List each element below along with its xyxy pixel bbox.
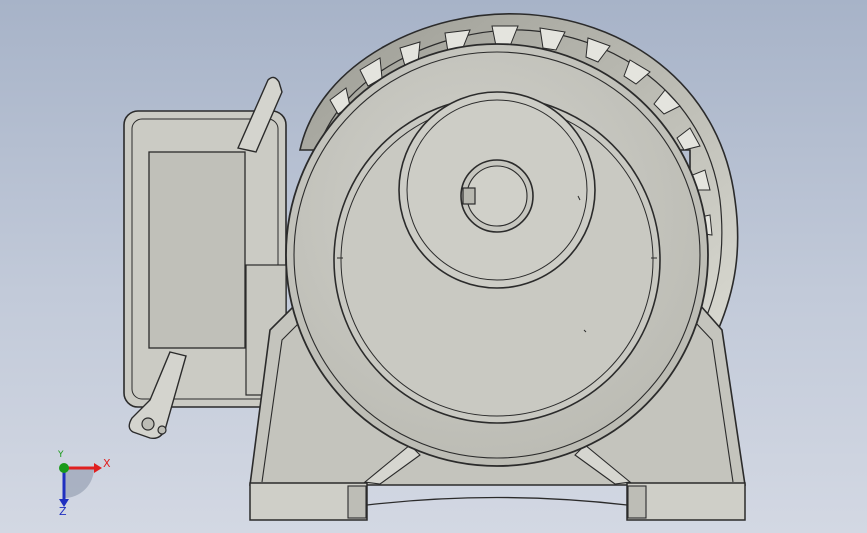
y-axis-label: Y xyxy=(58,450,64,460)
coordinate-triad: X Y Z xyxy=(48,450,118,522)
terminal-box xyxy=(123,76,287,440)
motor-model[interactable] xyxy=(0,0,867,533)
z-axis-label: Z xyxy=(59,505,67,518)
x-axis-label: X xyxy=(103,457,111,470)
y-axis-dot xyxy=(59,463,69,473)
end-shield xyxy=(285,43,709,467)
cad-viewport[interactable]: X Y Z xyxy=(0,0,867,533)
x-axis-head xyxy=(94,463,102,473)
triad-plane xyxy=(64,468,94,498)
